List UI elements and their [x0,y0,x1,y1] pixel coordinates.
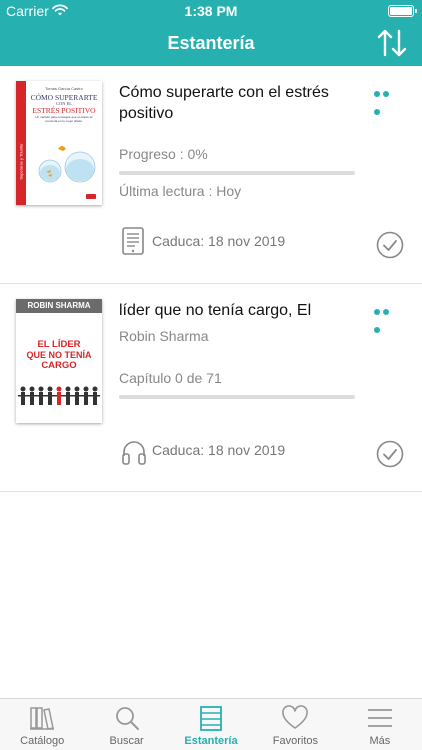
heart-icon [282,705,309,729]
cover-author: ROBIN SHARMA [27,301,91,310]
tab-label: Catálogo [20,735,65,747]
check-icon[interactable] [376,231,404,259]
cover-title-line-3: CARGO [41,360,77,371]
tab-label: Favoritos [272,735,319,747]
cover-subtitle: Un método para conseguir que el estrés s… [35,115,93,123]
expiry-label: Caduca: 18 nov 2019 [152,233,286,249]
cover-title-line-3: ESTRÉS POSITIVO [32,106,96,115]
search-icon [115,707,139,730]
tab-bar: Catálogo Buscar Estantería Favoritos Más [0,698,422,750]
fishbowl-illustration [38,146,96,183]
menu-icon [367,709,392,727]
app-header: Carrier 1:38 PM Estantería [0,0,422,66]
book-author: Robin Sharma [119,328,209,344]
publisher-logo [86,194,96,199]
tab-favoritos[interactable]: Favoritos [253,699,337,750]
book-cover[interactable]: ROBIN SHARMA EL LÍDER QUE NO TENÍA CARGO [16,299,102,423]
tab-label: Estantería [184,735,238,747]
tab-estanteria[interactable]: Estantería [169,699,253,750]
cover-title-line-2: QUE NO TENÍA [26,350,92,360]
book-item[interactable]: Superarse y Triunfar Tomás García Castro… [0,66,422,284]
cover-author: Tomás García Castro [45,86,83,91]
battery-icon [388,5,417,17]
tab-catalogo[interactable]: Catálogo [0,699,84,750]
books-icon [30,707,55,730]
shelf-list: Superarse y Triunfar Tomás García Castro… [0,66,422,492]
tab-label: Más [369,735,391,747]
book-item[interactable]: ROBIN SHARMA EL LÍDER QUE NO TENÍA CARGO [0,284,422,492]
page-title: Estantería [167,33,255,53]
clock: 1:38 PM [184,3,238,19]
check-icon[interactable] [376,440,404,468]
more-options-button[interactable] [374,84,400,115]
progress-bar [119,395,355,399]
expiry-label: Caduca: 18 nov 2019 [152,442,286,458]
tab-label: Buscar [109,735,144,747]
tab-mas[interactable]: Más [338,699,422,750]
more-options-button[interactable] [374,302,400,333]
progress-label: Capítulo 0 de 71 [119,370,222,386]
shelf-icon [200,706,222,731]
ebook-icon [122,227,144,255]
figures-illustration [18,386,100,405]
book-title[interactable]: Cómo superarte con el estrés positivo [119,82,339,124]
progress-bar [119,171,355,175]
tab-buscar[interactable]: Buscar [84,699,168,750]
last-read-label: Última lectura : Hoy [119,183,242,199]
progress-label: Progreso : 0% [119,146,208,162]
sort-button[interactable] [376,27,408,59]
book-title[interactable]: líder que no tenía cargo, El [119,300,339,321]
book-cover[interactable]: Superarse y Triunfar Tomás García Castro… [16,81,102,205]
status-bar: Carrier 1:38 PM [0,0,422,22]
headphones-icon [122,441,146,465]
cover-title-line-1: EL LÍDER [37,339,81,350]
cover-spine-text: Superarse y Triunfar [18,143,24,180]
